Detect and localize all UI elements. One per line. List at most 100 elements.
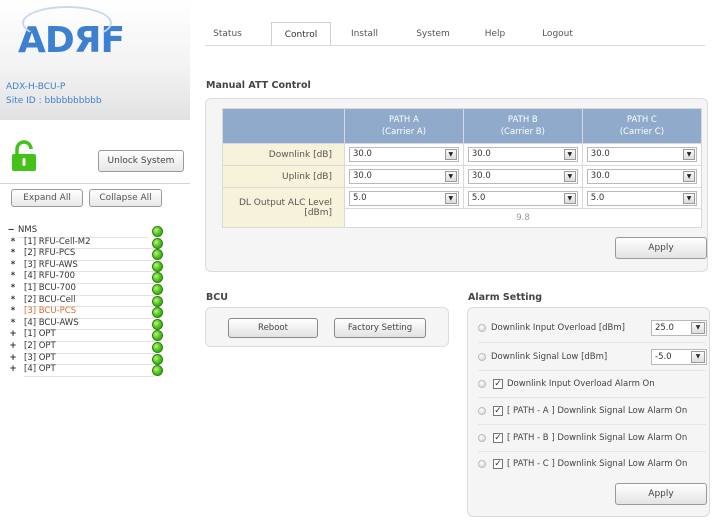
bullet-icon <box>478 323 486 332</box>
tree-item[interactable]: + [3] OPT <box>6 353 176 366</box>
tab-control[interactable]: Control <box>271 22 331 46</box>
dropdown-arrow-icon: ▼ <box>444 171 457 183</box>
alarm-apply-button[interactable]: Apply <box>615 483 707 505</box>
device-tree: − NMS * [1] RFU-Cell-M2 * [2] RFU-PCS * [3] RFU… <box>6 225 176 377</box>
unlock-system-button[interactable]: Unlock System <box>98 150 184 172</box>
bullet-icon: * <box>10 306 16 317</box>
bullet-icon <box>478 433 486 442</box>
status-led-icon <box>152 283 163 295</box>
dropdown-arrow-icon: ▼ <box>444 192 457 204</box>
unlocked-padlock-icon <box>12 140 36 171</box>
tree-item[interactable]: + [1] OPT <box>6 329 176 342</box>
status-led-icon <box>152 249 163 261</box>
downlink-label: Downlink [dB] <box>222 143 345 167</box>
dropdown-arrow-icon: ▼ <box>563 171 576 183</box>
dl-overload-select[interactable]: 25.0 ▼ <box>651 320 707 336</box>
path-a-header: PATH A (Carrier A) <box>344 107 464 145</box>
alarm-check-row: ✓ [ PATH - B ] Downlink Signal Low Alarm … <box>478 430 687 446</box>
path-c-low-alarm-checkbox[interactable]: ✓ <box>493 458 503 469</box>
alarm-check-row: ✓ [ PATH - C ] Downlink Signal Low Alarm … <box>478 456 687 472</box>
att-apply-button[interactable]: Apply <box>615 237 707 259</box>
dropdown-arrow-icon: ▼ <box>691 322 705 334</box>
uplink-path-c-select[interactable]: 30.0 ▼ <box>586 169 697 185</box>
adrf-logo: ADЯF <box>18 6 125 61</box>
uplink-path-b-select[interactable]: 30.0 ▼ <box>467 169 578 185</box>
dropdown-arrow-icon: ▼ <box>563 192 576 204</box>
alc-path-a-select[interactable]: 5.0 ▼ <box>349 190 459 206</box>
dropdown-arrow-icon: ▼ <box>691 351 705 363</box>
bullet-icon: * <box>10 248 16 259</box>
check-label: [ PATH - A ] Downlink Signal Low Alarm O… <box>507 406 688 416</box>
tree-item[interactable]: * [1] BCU-700 <box>6 283 176 296</box>
tab-help[interactable]: Help <box>480 22 510 46</box>
separator <box>478 397 706 398</box>
status-led-icon <box>152 353 163 365</box>
status-led-icon <box>152 330 163 342</box>
expand-all-button[interactable]: Expand All <box>11 189 83 207</box>
alarm-check-row: ✓ Downlink Input Overload Alarm On <box>478 376 655 392</box>
expand-icon[interactable]: + <box>8 364 18 376</box>
alc-path-b-select[interactable]: 5.0 ▼ <box>467 190 578 206</box>
tree-item[interactable]: * [2] BCU-Cell <box>6 294 176 308</box>
expand-icon[interactable]: + <box>8 353 18 365</box>
device-model: ADX-H-BCU-P <box>6 82 66 92</box>
dropdown-arrow-icon: ▼ <box>683 171 695 183</box>
tree-item[interactable]: * [2] RFU-PCS <box>6 248 176 261</box>
tree-item-label[interactable]: [4] OPT <box>24 364 154 377</box>
dropdown-arrow-icon: ▼ <box>444 149 457 161</box>
tree-item[interactable]: * [4] RFU-700 <box>6 271 176 284</box>
expand-icon[interactable]: + <box>8 341 18 353</box>
separator <box>478 342 706 343</box>
dropdown-arrow-icon: ▼ <box>683 192 695 204</box>
status-led-icon <box>152 365 163 377</box>
separator <box>478 370 706 371</box>
bullet-icon <box>478 459 486 468</box>
status-led-icon <box>152 307 163 319</box>
alc-readout: 9.8 <box>344 208 702 228</box>
bullet-icon: * <box>10 271 16 282</box>
top-nav: Status Control Install System Help Logou… <box>205 22 705 46</box>
path-b-low-alarm-checkbox[interactable]: ✓ <box>493 432 503 443</box>
status-led-icon <box>152 341 163 353</box>
tree-item[interactable]: + [4] OPT <box>6 364 176 377</box>
tree-item[interactable]: * [3] BCU-PCS <box>6 306 176 319</box>
tree-item[interactable]: * [4] BCU-AWS <box>6 317 176 331</box>
dl-low-select[interactable]: -5.0 ▼ <box>651 349 707 365</box>
downlink-path-b-select[interactable]: 30.0 ▼ <box>467 147 578 163</box>
tree-item[interactable]: * [3] RFU-AWS <box>6 260 176 273</box>
reboot-button[interactable]: Reboot <box>228 318 318 338</box>
tree-root-nms[interactable]: − NMS <box>6 225 176 238</box>
site-id: Site ID : bbbbbbbbbb <box>6 96 102 106</box>
bullet-icon: * <box>10 294 16 305</box>
alarm-check-row: ✓ [ PATH - A ] Downlink Signal Low Alarm … <box>478 403 687 419</box>
downlink-path-c-select[interactable]: 30.0 ▼ <box>586 147 697 163</box>
status-led-icon <box>152 272 163 284</box>
dropdown-arrow-icon: ▼ <box>563 149 576 161</box>
alc-path-c-select[interactable]: 5.0 ▼ <box>586 190 697 206</box>
uplink-path-a-select[interactable]: 30.0 ▼ <box>349 169 459 185</box>
dl-low-row: Downlink Signal Low [dBm] <box>478 349 607 365</box>
factory-setting-button[interactable]: Factory Setting <box>334 318 426 338</box>
path-a-low-alarm-checkbox[interactable]: ✓ <box>493 405 503 416</box>
tree-item[interactable]: + [2] OPT <box>6 341 176 354</box>
dl-overload-alarm-checkbox[interactable]: ✓ <box>493 378 503 389</box>
downlink-path-a-select[interactable]: 30.0 ▼ <box>349 147 459 163</box>
tab-status[interactable]: Status <box>205 22 250 46</box>
bullet-icon <box>478 406 486 415</box>
tab-logout[interactable]: Logout <box>535 22 580 46</box>
bullet-icon: * <box>10 236 16 247</box>
bullet-icon <box>478 379 486 388</box>
collapse-all-button[interactable]: Collapse All <box>89 189 162 207</box>
check-label: [ PATH - B ] Downlink Signal Low Alarm O… <box>507 433 688 443</box>
bullet-icon: * <box>10 317 16 328</box>
expand-icon[interactable]: + <box>8 329 18 341</box>
bcu-title: BCU <box>206 292 228 303</box>
separator <box>478 451 706 452</box>
tree-item[interactable]: * [1] RFU-Cell-M2 <box>6 236 176 250</box>
status-led-icon <box>152 260 163 272</box>
tab-system[interactable]: System <box>408 22 458 46</box>
collapse-icon[interactable]: − <box>6 225 16 237</box>
tab-install[interactable]: Install <box>342 22 387 46</box>
nav-divider <box>205 45 705 46</box>
dropdown-arrow-icon: ▼ <box>683 149 695 161</box>
